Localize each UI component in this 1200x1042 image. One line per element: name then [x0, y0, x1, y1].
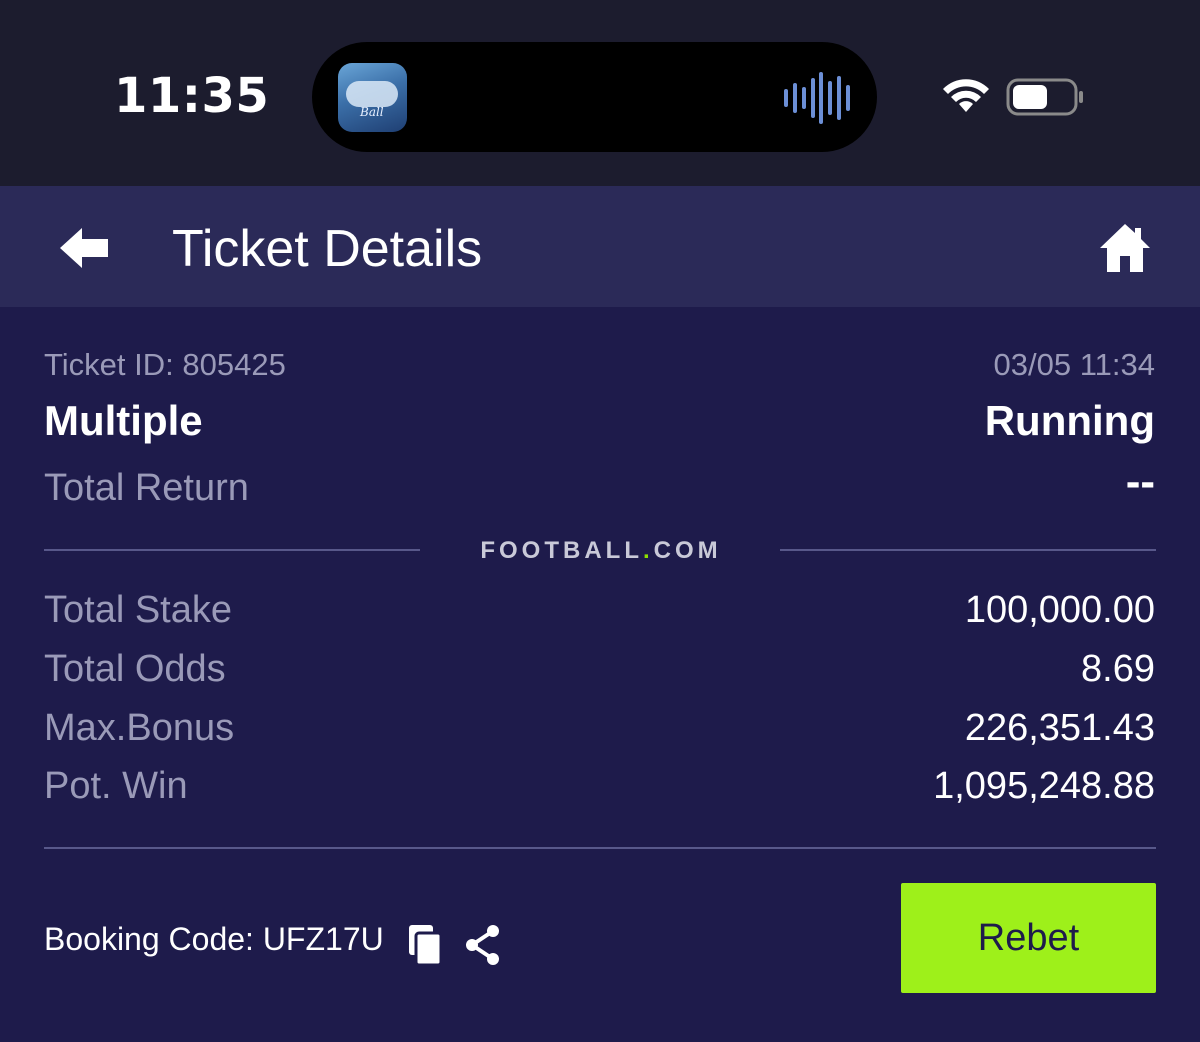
home-icon	[1100, 224, 1150, 272]
ticket-details-panel: Ticket ID: 805425 03/05 11:34 Multiple R…	[0, 307, 1200, 1042]
app-thumbnail[interactable]: Ball	[338, 63, 407, 132]
max-bonus-value: 226,351.43	[964, 707, 1155, 749]
rebet-button[interactable]: Rebet	[901, 883, 1156, 993]
back-button[interactable]	[56, 224, 112, 272]
total-odds-value: 8.69	[1081, 648, 1155, 690]
brand-logo-left: FOOTBALL	[480, 537, 643, 564]
audio-waveform-icon	[784, 72, 850, 124]
total-return-label: Total Return	[44, 467, 249, 509]
battery-icon	[1006, 78, 1083, 116]
app-thumbnail-label: Ball	[360, 105, 384, 119]
total-odds-label: Total Odds	[44, 648, 226, 690]
pot-win-value: 1,095,248.88	[933, 765, 1155, 807]
share-icon[interactable]	[463, 923, 503, 967]
app-header: Ticket Details	[0, 186, 1200, 307]
copy-icon[interactable]	[407, 923, 443, 967]
brand-logo-right: COM	[653, 537, 722, 564]
bet-type: Multiple	[44, 397, 203, 444]
arrow-left-icon	[60, 228, 108, 268]
total-stake-value: 100,000.00	[964, 589, 1155, 631]
bet-status: Running	[984, 397, 1155, 444]
page-title: Ticket Details	[172, 220, 483, 278]
status-bar: 11:35 Ball	[0, 0, 1200, 186]
total-stake-label: Total Stake	[44, 589, 232, 631]
total-return-value: --	[1125, 457, 1155, 506]
dynamic-island: Ball	[312, 42, 877, 152]
booking-code: Booking Code: UFZ17U	[44, 921, 384, 957]
divider-left	[44, 549, 420, 551]
brand-logo-dot: .	[642, 537, 654, 564]
max-bonus-label: Max.Bonus	[44, 707, 235, 749]
brand-logo: FOOTBALL.COM	[470, 537, 732, 565]
status-time: 11:35	[114, 68, 270, 124]
pot-win-label: Pot. Win	[44, 765, 188, 807]
cloud-shape	[346, 81, 398, 107]
divider-bottom	[44, 847, 1156, 849]
ticket-datetime: 03/05 11:34	[993, 347, 1155, 382]
home-button[interactable]	[1098, 222, 1152, 274]
ticket-id: Ticket ID: 805425	[44, 347, 286, 382]
wifi-icon	[943, 79, 989, 112]
divider-right	[780, 549, 1156, 551]
